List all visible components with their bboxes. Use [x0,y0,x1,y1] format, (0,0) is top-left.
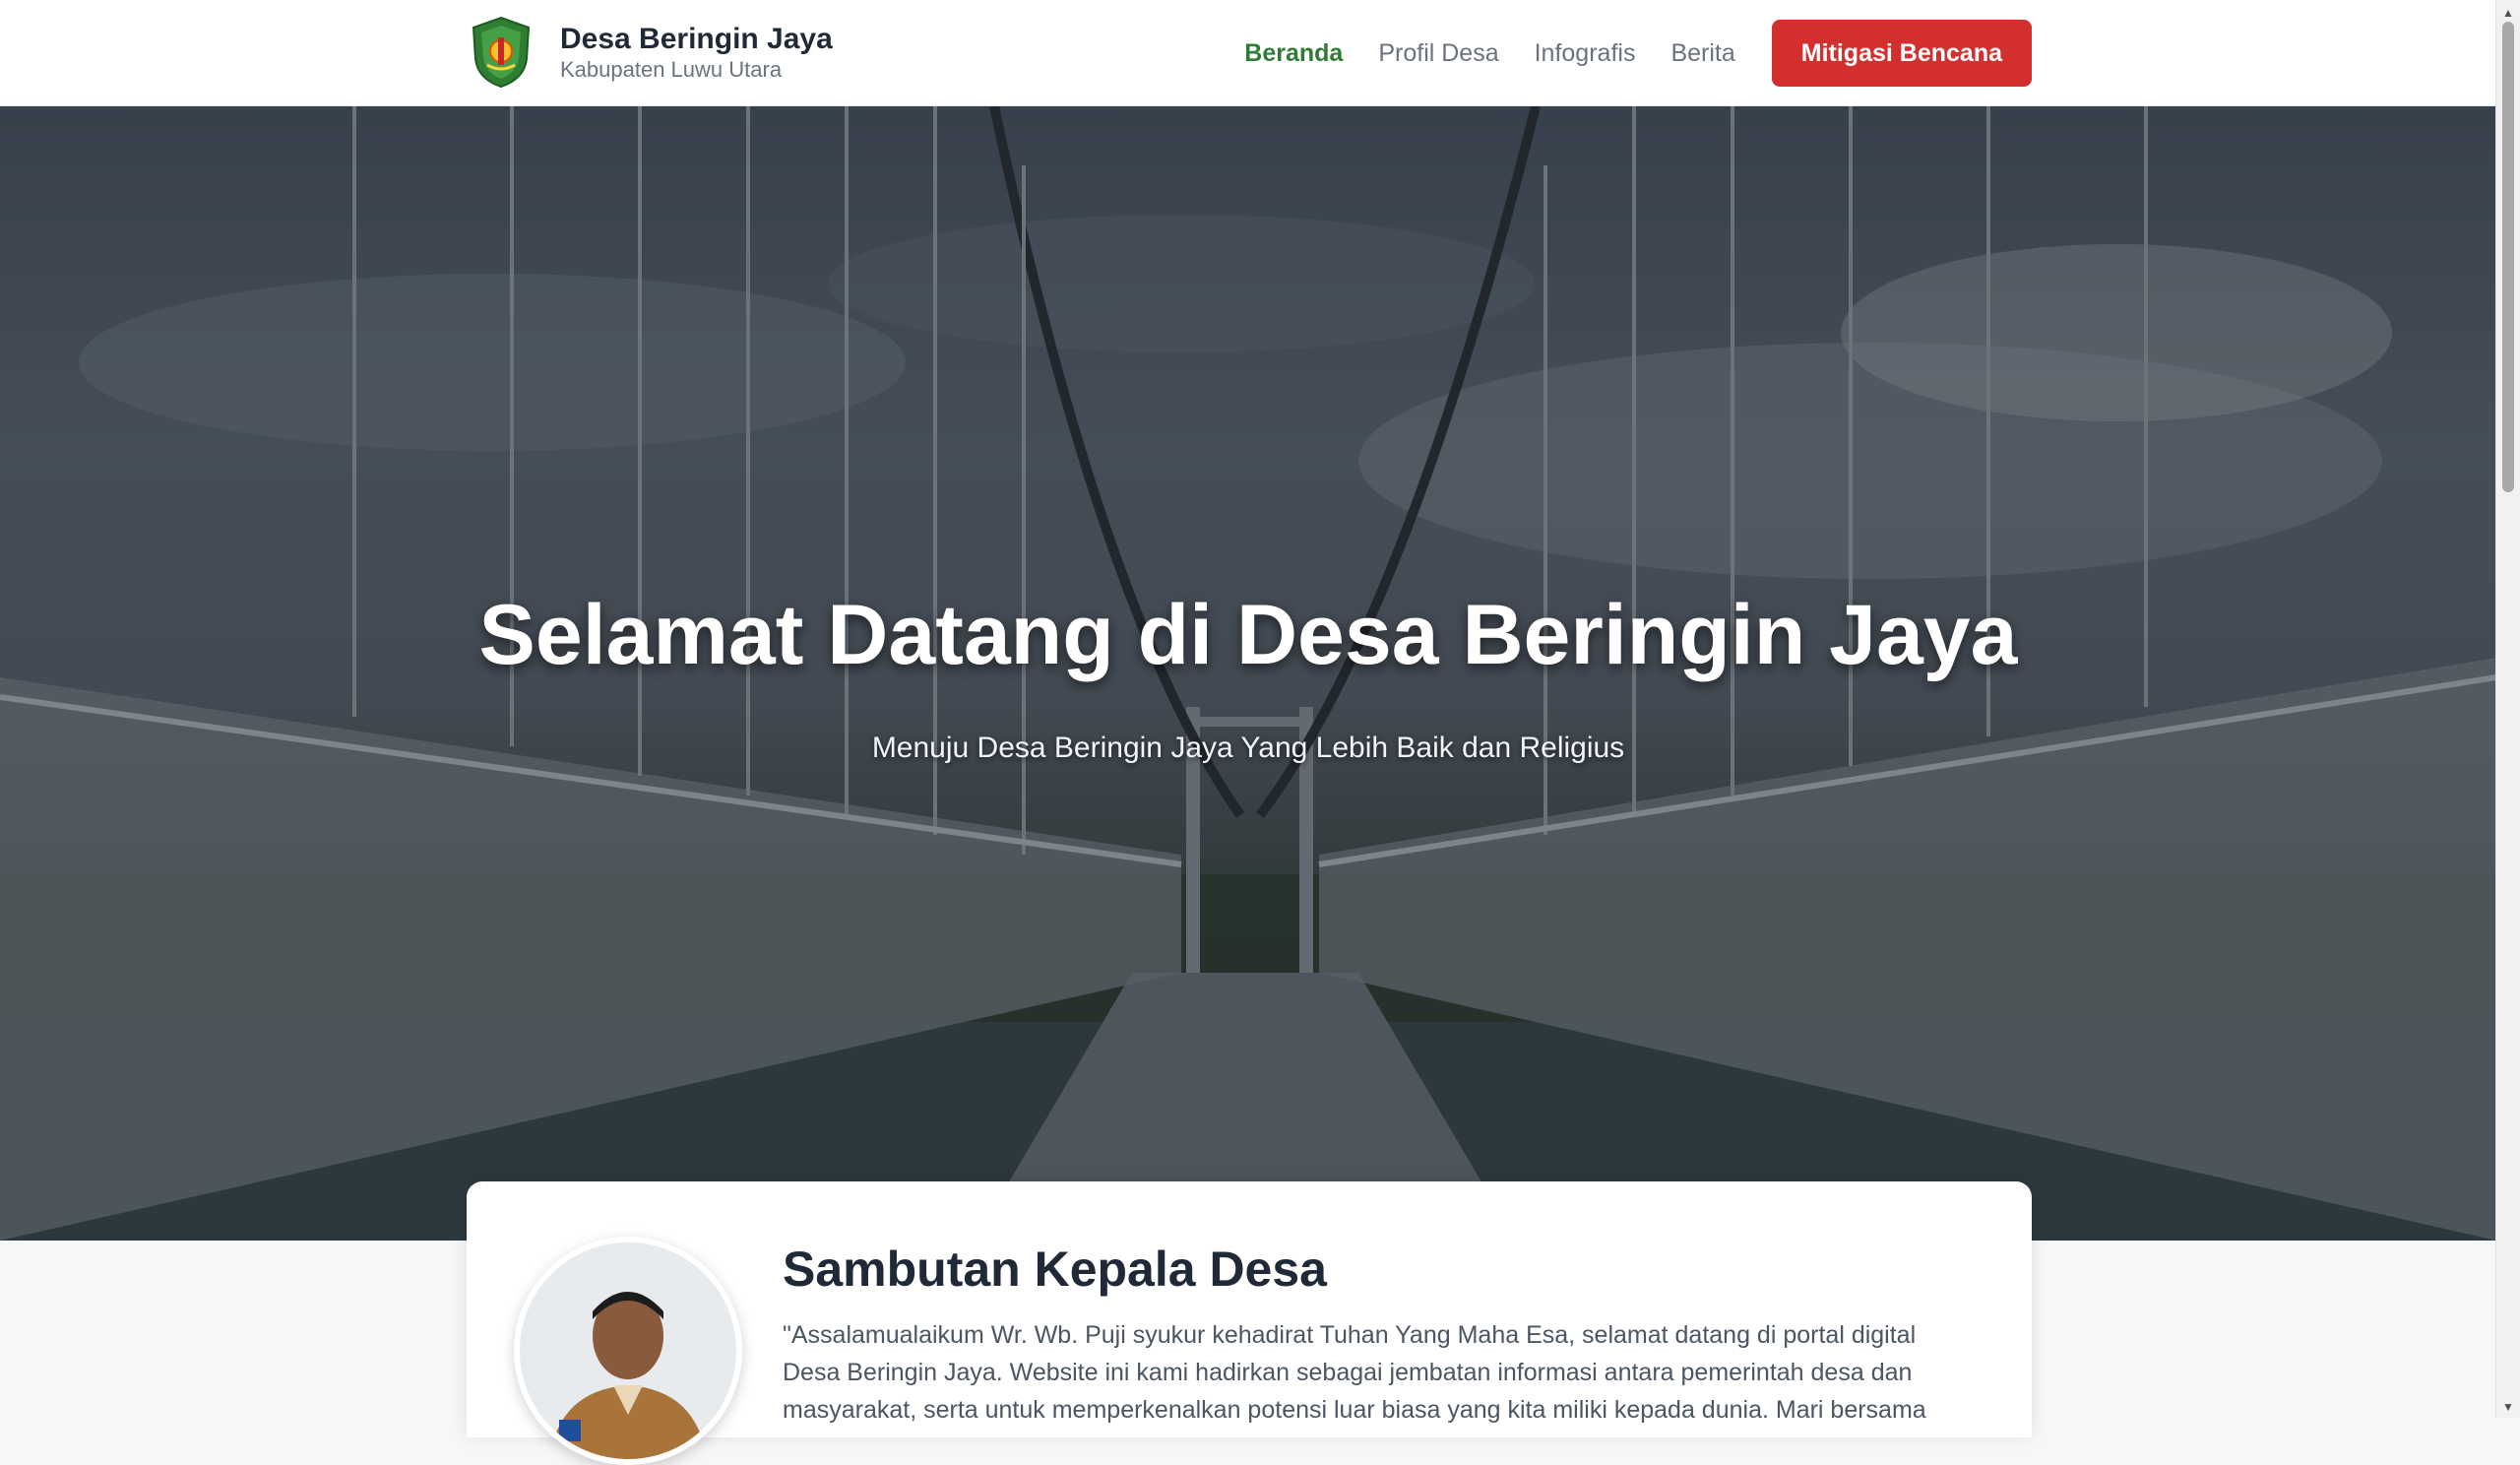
brand-link[interactable]: Desa Beringin Jaya Kabupaten Luwu Utara [470,15,833,90]
scrollbar-thumb[interactable] [2502,22,2514,492]
nav-item-berita[interactable]: Berita [1670,39,1734,68]
welcome-title: Sambutan Kepala Desa [783,1242,1327,1297]
main-nav: Beranda Profil Desa Infografis Berita Mi… [1244,20,2032,87]
hero-subtitle: Menuju Desa Beringin Jaya Yang Lebih Bai… [871,732,1625,764]
village-head-photo [520,1242,736,1459]
nav-item-profil-desa[interactable]: Profil Desa [1378,39,1498,68]
hero-title: Selamat Datang di Desa Beringin Jaya [478,588,2018,682]
site-subtitle: Kabupaten Luwu Utara [560,57,783,82]
welcome-card: Sambutan Kepala Desa "Assalamualaikum Wr… [467,1181,2032,1465]
site-title: Desa Beringin Jaya [560,23,833,55]
nav-item-infografis[interactable]: Infografis [1535,39,1636,68]
site-header: Desa Beringin Jaya Kabupaten Luwu Utara … [0,0,2496,106]
page-scrollbar[interactable]: ▲ ▼ [2495,0,2520,1418]
regency-emblem-icon [472,16,531,89]
scroll-down-icon[interactable]: ▼ [2502,1400,2514,1414]
welcome-text: "Assalamualaikum Wr. Wb. Puji syukur keh… [783,1321,1926,1424]
mitigasi-bencana-button[interactable]: Mitigasi Bencana [1771,20,2032,87]
scroll-up-icon[interactable]: ▲ [2502,6,2514,20]
village-head-avatar [514,1237,742,1465]
nav-item-beranda[interactable]: Beranda [1244,39,1343,68]
hero-section: Selamat Datang di Desa Beringin Jaya Men… [0,106,2496,1241]
